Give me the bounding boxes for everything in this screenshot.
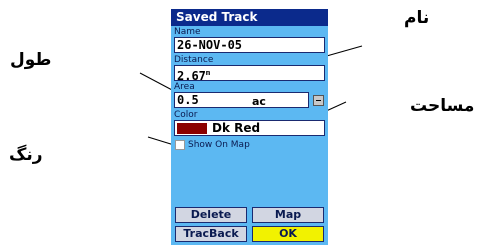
distance-value: 2.67	[177, 69, 206, 83]
trackback-button[interactable]: TracBack	[175, 226, 247, 242]
area-value: 0.5	[177, 93, 199, 107]
delete-button[interactable]: Delete	[175, 207, 247, 223]
length-leader-line	[139, 72, 175, 92]
show-on-map-checkbox[interactable]	[175, 140, 185, 150]
distance-label: Distance	[174, 55, 214, 65]
saved-track-screen: Saved Track Name 26-NOV-05 Distance 2.67…	[171, 9, 328, 245]
callout-name: نام	[404, 8, 430, 28]
area-unit: ac	[252, 95, 266, 108]
distance-field[interactable]: 2.67m	[174, 65, 325, 83]
callout-area: مساحت	[410, 96, 475, 116]
distance-unit: m	[205, 69, 211, 77]
callout-color: رنگ	[9, 145, 43, 165]
ok-button[interactable]: OK	[252, 226, 324, 242]
color-label: Color	[174, 110, 198, 120]
name-field[interactable]: 26-NOV-05	[174, 37, 325, 53]
callout-length: طول	[10, 50, 52, 70]
area-field[interactable]: 0.5 ac	[174, 92, 309, 108]
name-label: Name	[174, 27, 201, 37]
map-button[interactable]: Map	[252, 207, 324, 223]
color-swatch	[177, 123, 207, 134]
show-on-map-label: Show On Map	[188, 140, 250, 150]
area-unit-stepper[interactable]	[313, 95, 324, 106]
area-label: Area	[174, 82, 195, 92]
color-value: Dk Red	[212, 121, 261, 135]
color-field[interactable]: Dk Red	[174, 120, 325, 136]
screen-title: Saved Track	[171, 9, 328, 26]
